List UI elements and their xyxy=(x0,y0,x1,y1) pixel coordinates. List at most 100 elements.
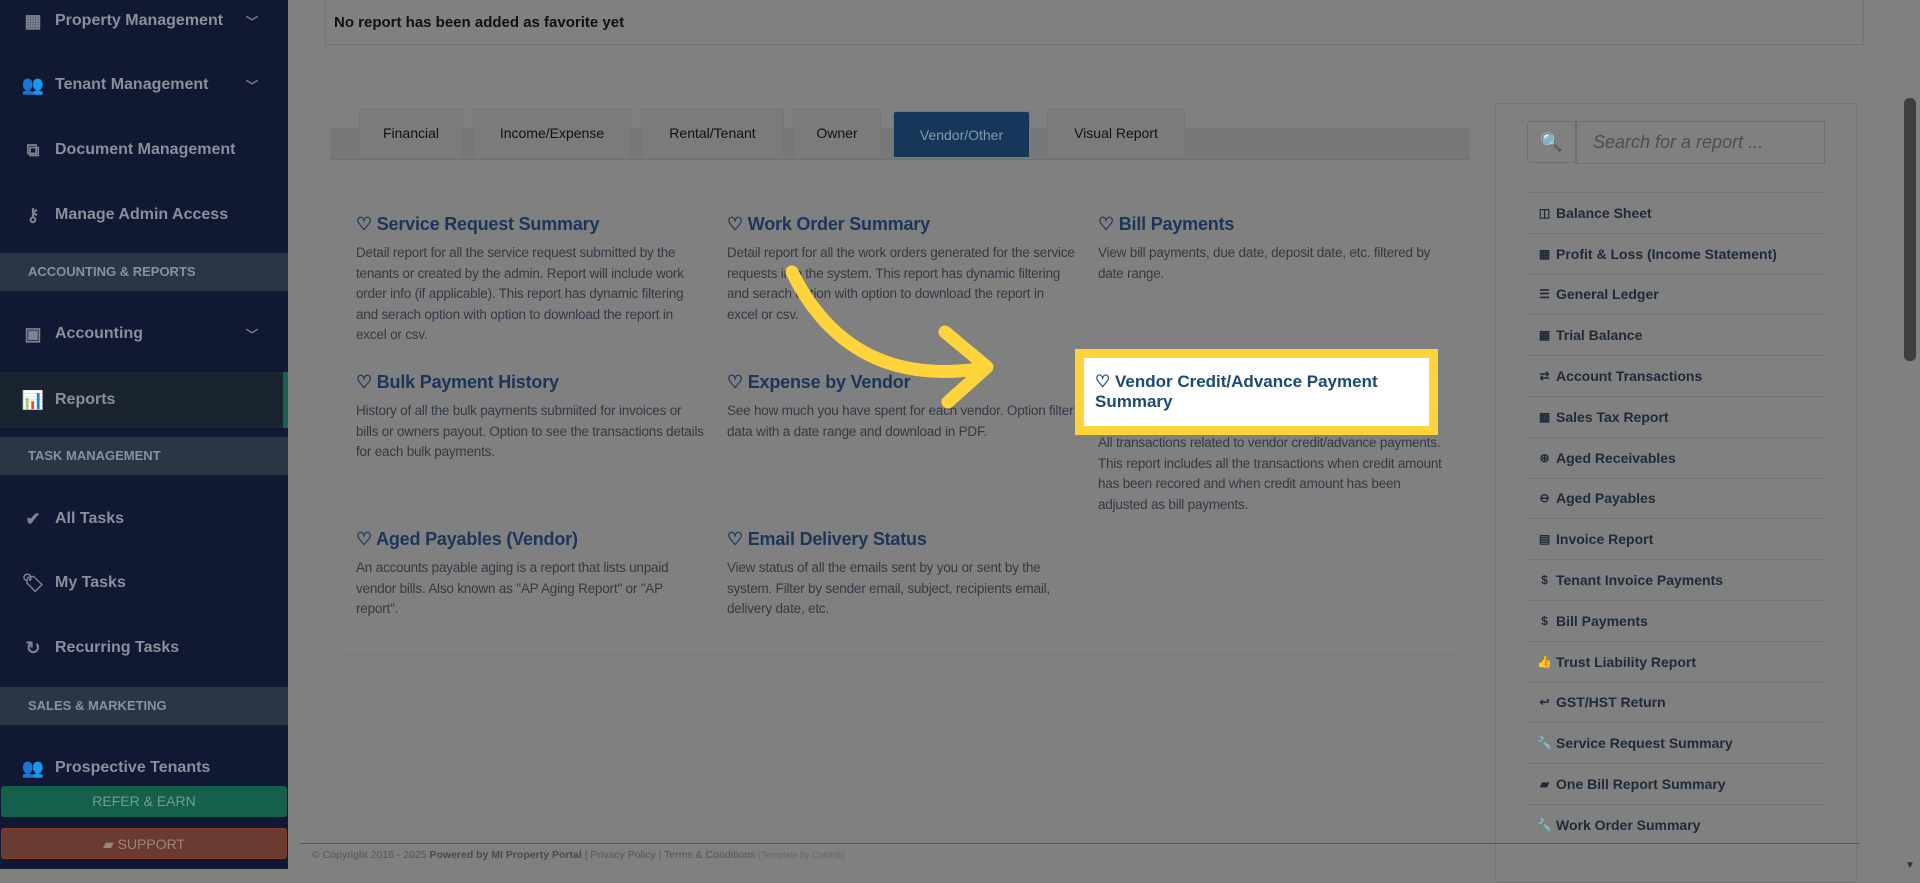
calculator-icon: ▦ xyxy=(1538,246,1551,261)
section-sales-marketing: SALES & MARKETING xyxy=(0,687,288,725)
report-list-item[interactable]: 👍 Trust Liability Report xyxy=(1527,640,1825,682)
chevron-down-icon: ﹀ xyxy=(245,14,258,29)
key-icon: ⚷ xyxy=(26,204,40,225)
reply-icon: ↩ xyxy=(1539,695,1550,710)
report-card: ♡ Aged Payables (Vendor) An accounts paya… xyxy=(356,529,706,620)
sidebar: ▦ Property Management ﹀ 👥 Tenant Management… xyxy=(0,0,288,869)
file-code-icon: ▤ xyxy=(1538,532,1551,547)
sidebar-item-property-management[interactable]: ▦ Property Management ﹀ xyxy=(0,0,288,49)
report-list-item[interactable]: $ Tenant Invoice Payments xyxy=(1527,559,1825,600)
refresh-icon: ↻ xyxy=(25,637,41,658)
sidebar-item-reports[interactable]: 📊 Reports xyxy=(0,372,288,428)
report-description: See how much you have spent for each ven… xyxy=(727,403,1074,439)
users-icon: 👥 xyxy=(21,757,45,778)
sidebar-item-tenant-management[interactable]: 👥 Tenant Management ﹀ xyxy=(0,57,288,113)
search-icon[interactable]: 🔍 xyxy=(1527,121,1576,163)
sidebar-item-recurring-tasks[interactable]: ↻ Recurring Tasks xyxy=(0,620,288,676)
users-icon: 👥 xyxy=(21,74,45,95)
scrollbar-thumb[interactable] xyxy=(1904,98,1916,361)
calendar-icon: ▦ xyxy=(1538,328,1551,343)
sidebar-item-accounting[interactable]: ▣ Accounting ﹀ xyxy=(0,306,288,362)
favorites-panel: No report has been added as favorite yet xyxy=(325,0,1864,45)
support-button[interactable]: ▰ SUPPORT xyxy=(1,828,287,859)
report-list-item[interactable]: $ Bill Payments xyxy=(1527,599,1825,641)
tab-financial[interactable]: Financial xyxy=(359,108,463,157)
tab-rental-tenant[interactable]: Rental/Tenant xyxy=(641,108,784,157)
report-card: ♡ Email Delivery Status View status of al… xyxy=(727,529,1077,620)
report-title-link[interactable]: ♡ Email Delivery Status xyxy=(727,529,1077,550)
report-description: Detail report for all the work orders ge… xyxy=(727,245,1075,322)
report-list-item[interactable]: ◫ Balance Sheet xyxy=(1527,192,1825,233)
report-list-item[interactable]: ▦ Sales Tax Report xyxy=(1527,395,1825,437)
scroll-down-arrow-icon[interactable]: ▼ xyxy=(1905,860,1915,871)
template-credit: (Template by Colorlib) xyxy=(758,850,846,860)
footer-divider xyxy=(300,843,1860,844)
report-list-item[interactable]: 🔧 Work Order Summary xyxy=(1527,803,1825,845)
thumbs-up-icon: 👍 xyxy=(1537,654,1552,669)
refer-earn-button[interactable]: REFER & EARN xyxy=(1,786,287,817)
report-description: View status of all the emails sent by yo… xyxy=(727,560,1051,616)
divider xyxy=(343,655,1461,656)
report-list-item[interactable]: ⊛ Aged Receivables xyxy=(1527,436,1825,478)
report-list-item[interactable]: ☰ General Ledger xyxy=(1527,273,1825,315)
report-title-link[interactable]: ♡ Vendor Credit/Advance Payment Summary xyxy=(1095,372,1418,412)
report-list-item[interactable]: ⇄ Account Transactions xyxy=(1527,355,1825,396)
wrench-icon: 🔧 xyxy=(1537,736,1552,751)
report-title-link[interactable]: ♡ Service Request Summary xyxy=(356,214,706,235)
sidebar-item-my-tasks[interactable]: 🏷 My Tasks xyxy=(0,555,288,611)
report-list-item[interactable]: ↩ GST/HST Return xyxy=(1527,681,1825,723)
money-icon: ▣ xyxy=(24,323,42,344)
highlighted-report-vendor-credit[interactable]: ♡ Vendor Credit/Advance Payment Summary xyxy=(1075,349,1438,435)
sidebar-item-all-tasks[interactable]: ✔ All Tasks xyxy=(0,491,288,547)
report-description: All transactions related to vendor credi… xyxy=(1098,435,1442,512)
section-task-management: TASK MANAGEMENT xyxy=(0,437,288,475)
heart-icon[interactable]: ♡ xyxy=(356,214,377,234)
terms-link[interactable]: Terms & Conditions xyxy=(664,849,755,861)
sidebar-item-manage-admin-access[interactable]: ⚷ Manage Admin Access xyxy=(0,187,288,243)
report-title-link[interactable]: ♡ Bill Payments xyxy=(1098,214,1448,235)
powered-by-link[interactable]: Powered by MI Property Portal xyxy=(429,849,581,861)
report-list-item[interactable]: ▦ Profit & Loss (Income Statement) xyxy=(1527,232,1825,274)
check-icon: ✔ xyxy=(25,508,41,529)
building-icon: ▦ xyxy=(24,10,42,31)
report-list-item[interactable]: 🔧 Service Request Summary xyxy=(1527,722,1825,763)
report-title-link[interactable]: ♡ Aged Payables (Vendor) xyxy=(356,529,706,550)
book-icon: ▰ xyxy=(102,836,118,852)
heart-icon[interactable]: ♡ xyxy=(1095,372,1115,391)
report-list-item[interactable]: ▤ Invoice Report xyxy=(1527,518,1825,559)
section-accounting-reports: ACCOUNTING & REPORTS xyxy=(0,253,288,291)
calculator-icon: ▦ xyxy=(1538,409,1551,424)
report-card: ♡ Service Request Summary Detail report f… xyxy=(356,214,706,346)
favorites-empty-text: No report has been added as favorite yet xyxy=(334,14,625,31)
heart-icon[interactable]: ♡ xyxy=(727,214,748,234)
tab-owner[interactable]: Owner xyxy=(793,108,881,157)
tab-visual-report[interactable]: Visual Report xyxy=(1047,108,1185,157)
report-list-item[interactable]: ▦ Trial Balance xyxy=(1527,314,1825,355)
search-input[interactable] xyxy=(1576,121,1825,164)
bar-chart-icon: 📊 xyxy=(21,389,45,410)
report-title-link[interactable]: ♡ Expense by Vendor xyxy=(727,372,1077,393)
tab-income-expense[interactable]: Income/Expense xyxy=(473,108,631,157)
exchange-icon: ⇄ xyxy=(1539,369,1550,384)
report-list-item[interactable]: ▰ One Bill Report Summary xyxy=(1527,763,1825,804)
heart-icon[interactable]: ♡ xyxy=(1098,214,1119,234)
privacy-policy-link[interactable]: Privacy Policy xyxy=(590,849,655,861)
heart-icon[interactable]: ♡ xyxy=(356,372,377,392)
report-description: Detail report for all the service reques… xyxy=(356,245,684,342)
sidebar-item-document-management[interactable]: ⧉ Document Management xyxy=(0,122,288,178)
arrow-circle-left-icon: ⊖ xyxy=(1539,491,1550,506)
heart-icon[interactable]: ♡ xyxy=(727,529,748,549)
report-card: ♡ Bulk Payment History History of all the… xyxy=(356,372,706,463)
heart-icon[interactable]: ♡ xyxy=(356,529,376,549)
report-list-item[interactable]: ⊖ Aged Payables xyxy=(1527,477,1825,519)
report-title-link[interactable]: ♡ Bulk Payment History xyxy=(356,372,706,393)
tab-vendor-other[interactable]: Vendor/Other xyxy=(893,111,1030,157)
report-card: ♡ Expense by Vendor See how much you have… xyxy=(727,372,1077,442)
dollar-icon: $ xyxy=(1541,573,1548,588)
documents-icon: ⧉ xyxy=(26,139,40,160)
report-description: History of all the bulk payments submiit… xyxy=(356,403,704,459)
report-title-link[interactable]: ♡ Work Order Summary xyxy=(727,214,1077,235)
chevron-down-icon: ﹀ xyxy=(245,327,258,342)
heart-icon[interactable]: ♡ xyxy=(727,372,748,392)
chevron-down-icon: ﹀ xyxy=(245,78,258,93)
